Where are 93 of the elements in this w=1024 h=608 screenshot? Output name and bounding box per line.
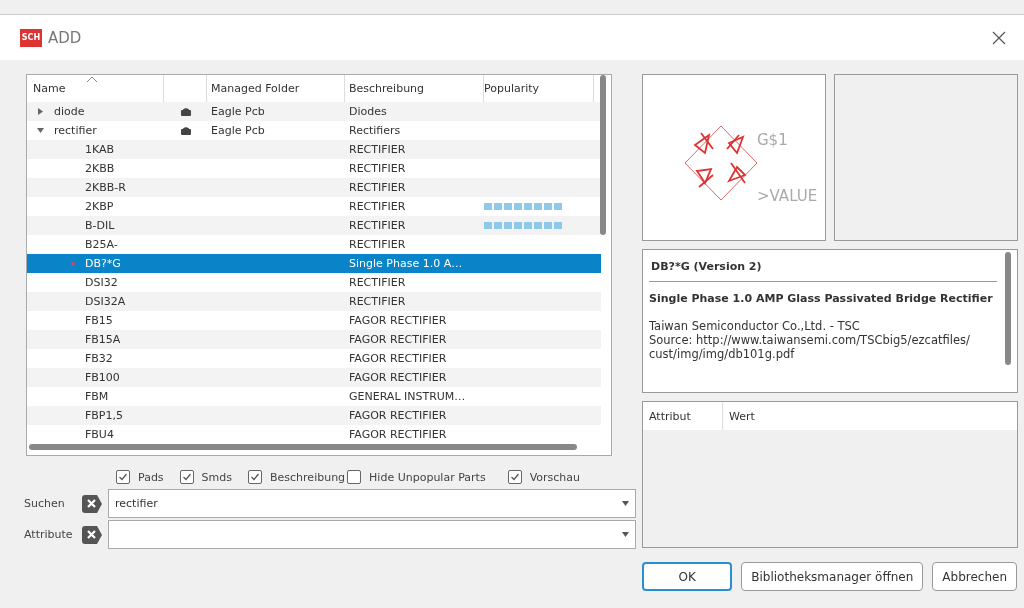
part-name: 2KBB-R [85, 181, 126, 194]
scrollbar[interactable] [29, 444, 577, 450]
managed-folder: Eagle Pcb [211, 105, 265, 118]
scrollbar[interactable] [600, 75, 606, 235]
clear-icon[interactable] [82, 494, 102, 513]
dialog-button[interactable]: OK [642, 562, 733, 591]
dropdown-arrow-icon[interactable] [622, 501, 629, 506]
table-row[interactable]: FB15 FAGOR RECTIFIER [27, 311, 601, 330]
part-name: DSI32 [85, 276, 118, 289]
description: Single Phase 1.0 A… [349, 257, 463, 270]
search-field[interactable]: rectifier [108, 489, 636, 518]
search-label: Suchen [24, 497, 66, 510]
info-text: Source: http://www.taiwansemi.com/TSCbig5/ezcatfiles/ cust/img/img/db101g.pdf [649, 333, 971, 361]
managed-folder: Eagle Pcb [211, 124, 265, 137]
option-checkbox[interactable]: Pads [116, 466, 164, 488]
part-name: FBU4 [85, 428, 114, 441]
part-name: B25A- [85, 238, 118, 251]
check-icon [250, 472, 260, 482]
table-row[interactable]: B25A- RECTIFIER [27, 235, 601, 254]
collapse-arrow-icon[interactable] [37, 127, 44, 134]
description: FAGOR RECTIFIER [349, 371, 447, 384]
value-label: >VALUE [757, 187, 818, 205]
part-name: 2KBP [85, 200, 114, 213]
part-name: B-DIL [85, 219, 115, 232]
table-row[interactable]: FBM GENERAL INSTRUM… [27, 387, 601, 406]
part-title: DB?*G (Version 2) [649, 260, 997, 282]
table-row[interactable]: DB?*G Single Phase 1.0 A… [27, 254, 601, 273]
check-icon [118, 472, 128, 482]
description: FAGOR RECTIFIER [349, 314, 447, 327]
description: RECTIFIER [349, 276, 406, 289]
table-row[interactable]: rectifier Eagle Pcb Rectifiers [27, 121, 601, 140]
table-row[interactable]: diode Eagle Pcb Diodes [27, 102, 601, 121]
attribute-label: Attribute [24, 528, 74, 541]
table-row[interactable]: 2KBB RECTIFIER [27, 159, 601, 178]
clear-icon[interactable] [82, 525, 102, 544]
info-text: Taiwan Semiconductor Co.,Ltd. - TSC [649, 319, 861, 333]
description: RECTIFIER [349, 200, 406, 213]
option-checkbox[interactable]: Smds [179, 466, 232, 488]
table-row[interactable]: DSI32A RECTIFIER [27, 292, 601, 311]
table-row[interactable]: 2KBP RECTIFIER [27, 197, 601, 216]
part-name: DB?*G [85, 257, 121, 270]
option-checkbox[interactable]: Vorschau [507, 466, 580, 488]
description: FAGOR RECTIFIER [349, 428, 447, 441]
selection-dot [71, 261, 75, 266]
description: FAGOR RECTIFIER [349, 352, 447, 365]
description: GENERAL INSTRUM… [349, 390, 466, 403]
scrollbar[interactable] [1005, 252, 1011, 365]
part-name: FB15 [85, 314, 113, 327]
expand-arrow-icon[interactable] [37, 108, 44, 115]
name-label: G$1 [757, 131, 788, 149]
part-heading: Single Phase 1.0 AMP Glass Passivated Bridge Rectifier [649, 292, 994, 305]
option-checkbox[interactable]: Hide Unpopular Parts [347, 466, 486, 488]
part-name: diode [54, 105, 85, 118]
attribute-field[interactable] [108, 520, 636, 549]
window-title: ADD [48, 28, 83, 47]
part-name: DSI32A [85, 295, 126, 308]
description: RECTIFIER [349, 162, 406, 175]
table-row[interactable]: 2KBB-R RECTIFIER [27, 178, 601, 197]
check-icon [509, 472, 520, 482]
part-name: FBP1,5 [85, 409, 123, 422]
part-name: rectifier [54, 124, 97, 137]
part-name: FB100 [85, 371, 120, 384]
part-name: 1KAB [85, 143, 115, 156]
description: RECTIFIER [349, 181, 406, 194]
app-icon: SCH [20, 28, 42, 47]
option-checkbox[interactable]: Beschreibung [248, 466, 346, 488]
description: RECTIFIER [349, 143, 406, 156]
table-row[interactable]: FB32 FAGOR RECTIFIER [27, 349, 601, 368]
description: Diodes [349, 105, 387, 118]
part-name: FB32 [85, 352, 113, 365]
description: FAGOR RECTIFIER [349, 333, 447, 346]
column-header[interactable]: Wert [723, 409, 755, 423]
table-row[interactable]: DSI32 RECTIFIER [27, 273, 601, 292]
dialog-button[interactable]: Abbrechen [932, 562, 1017, 591]
part-name: FB15A [85, 333, 121, 346]
table-row[interactable]: FB15A FAGOR RECTIFIER [27, 330, 601, 349]
part-name: FBM [85, 390, 109, 403]
description: FAGOR RECTIFIER [349, 409, 447, 422]
dialog-button[interactable]: Bibliotheksmanager öffnen [741, 562, 924, 591]
check-icon [181, 472, 192, 482]
table-row[interactable]: FB100 FAGOR RECTIFIER [27, 368, 601, 387]
dropdown-arrow-icon[interactable] [622, 532, 629, 537]
table-row[interactable]: FBU4 FAGOR RECTIFIER [27, 425, 601, 444]
column-header[interactable]: Attribut [643, 402, 723, 430]
close-icon[interactable] [992, 30, 1006, 45]
description: Rectifiers [349, 124, 401, 137]
table-row[interactable]: FBP1,5 FAGOR RECTIFIER [27, 406, 601, 425]
table-row[interactable]: B-DIL RECTIFIER [27, 216, 601, 235]
description: RECTIFIER [349, 295, 406, 308]
description: RECTIFIER [349, 219, 406, 232]
part-name: 2KBB [85, 162, 115, 175]
description: RECTIFIER [349, 238, 406, 251]
table-row[interactable]: 1KAB RECTIFIER [27, 140, 601, 159]
